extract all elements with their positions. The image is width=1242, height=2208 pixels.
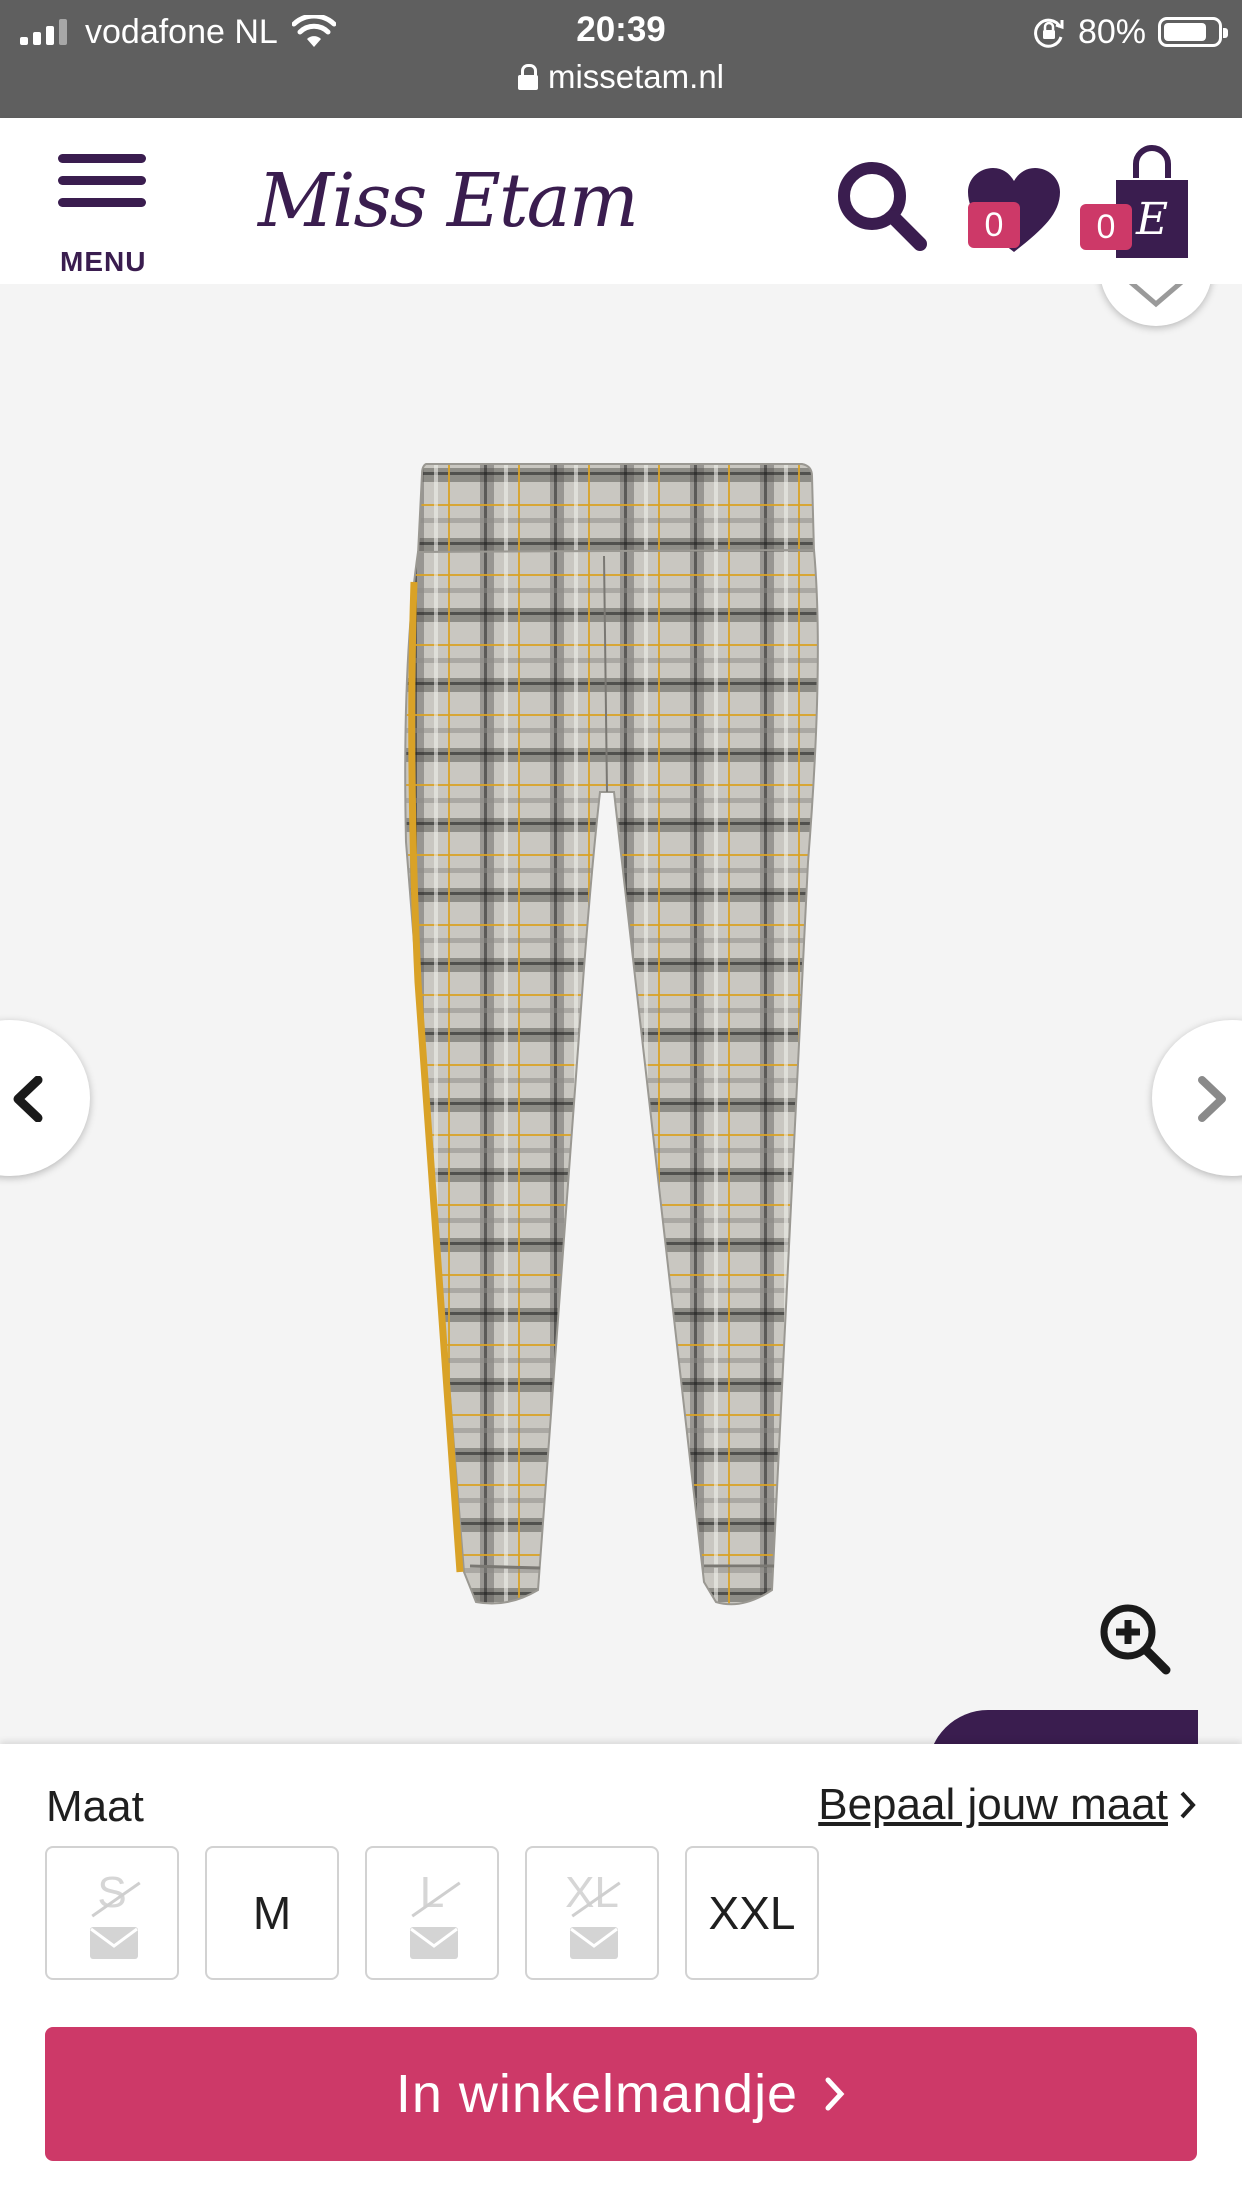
product-image: [404, 463, 819, 1606]
rotation-lock-icon: [1034, 18, 1064, 48]
menu-label: MENU: [60, 246, 147, 277]
product-gallery[interactable]: [0, 284, 1242, 1744]
size-guide-text: Bepaal jouw maat: [818, 1780, 1168, 1829]
add-to-cart-label: In winkelmandje: [395, 2064, 799, 2124]
size-guide-link[interactable]: Bepaal jouw maat: [818, 1780, 1198, 1830]
chevron-left-icon: [13, 1076, 43, 1122]
envelope-icon: [570, 1927, 618, 1959]
url-text: missetam.nl: [547, 58, 725, 95]
envelope-icon: [410, 1927, 458, 1959]
size-option-s[interactable]: S: [45, 1846, 179, 1980]
hamburger-icon-line: [58, 176, 146, 185]
hamburger-icon: [58, 154, 146, 163]
size-option-label: S: [97, 1868, 127, 1917]
hamburger-icon-line: [58, 198, 146, 207]
battery-percent: 80%: [1077, 12, 1146, 51]
svg-text:E: E: [1135, 194, 1168, 245]
envelope-icon: [90, 1927, 138, 1959]
size-label: Maat: [46, 1782, 144, 1831]
size-option-xl[interactable]: XL: [525, 1846, 659, 1980]
search-icon[interactable]: [832, 156, 932, 256]
wishlist-count-badge: 0: [968, 202, 1020, 248]
padlock-icon: [517, 64, 538, 90]
size-option-label: L: [419, 1868, 445, 1917]
size-option-xxl[interactable]: XXL: [685, 1846, 819, 1980]
size-option-label: XL: [565, 1868, 619, 1917]
size-option-label: XXL: [708, 1887, 796, 1939]
next-image-button[interactable]: [1152, 1020, 1242, 1176]
purchase-panel: Maat Bepaal jouw maat S M L XL XXL In wi…: [0, 1744, 1242, 2208]
previous-image-button[interactable]: [0, 1020, 90, 1176]
address-bar[interactable]: missetam.nl: [0, 58, 1242, 96]
battery-icon: [1158, 17, 1228, 47]
chat-tab[interactable]: [928, 1710, 1198, 1744]
collapse-button[interactable]: [1100, 284, 1212, 326]
size-option-label: M: [252, 1887, 292, 1939]
size-options: S M L XL XXL: [45, 1846, 819, 1980]
menu-button[interactable]: MENU: [58, 154, 148, 277]
brand-logo[interactable]: Miss Etam: [258, 158, 639, 244]
chevron-right-icon: [825, 2077, 845, 2111]
chevron-right-icon: [1198, 1076, 1226, 1122]
status-bar: vodafone NL 20:39 80% missetam.nl: [0, 0, 1242, 118]
chevron-down-icon: [1128, 284, 1184, 308]
size-option-l[interactable]: L: [365, 1846, 499, 1980]
cart-count-badge: 0: [1080, 204, 1132, 250]
add-to-cart-button[interactable]: In winkelmandje: [45, 2027, 1197, 2161]
zoom-in-icon[interactable]: [1096, 1600, 1172, 1676]
site-header: MENU Miss Etam 0 E 0: [0, 118, 1242, 284]
battery-info: 80%: [1032, 10, 1228, 54]
chevron-right-icon: [1180, 1791, 1196, 1819]
size-option-m[interactable]: M: [205, 1846, 339, 1980]
